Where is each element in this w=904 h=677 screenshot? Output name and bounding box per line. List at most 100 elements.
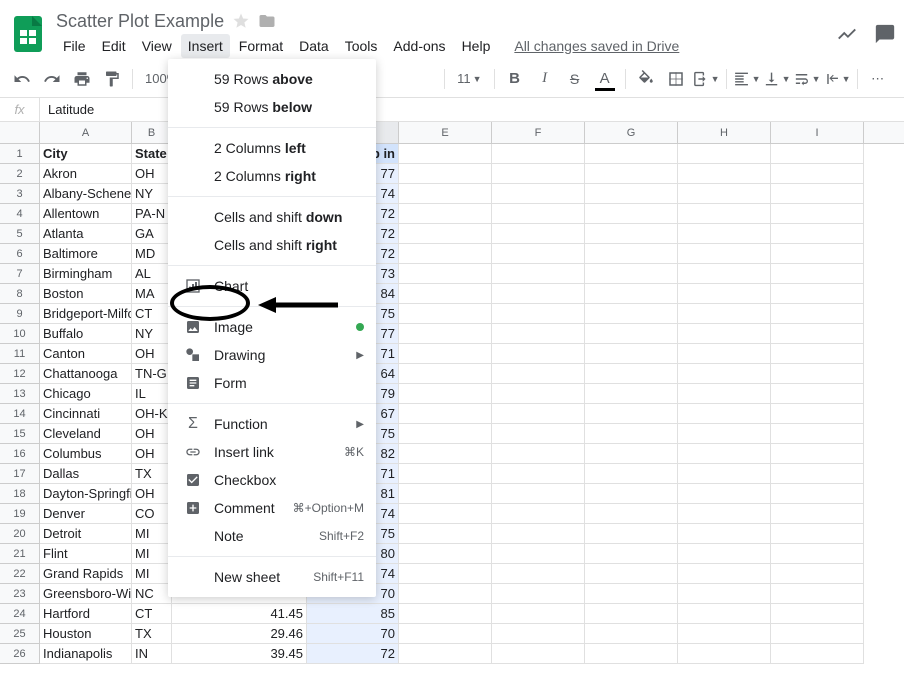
cell[interactable]: 41.45 [172, 604, 307, 624]
cell[interactable] [492, 584, 585, 604]
cell[interactable]: MI [132, 564, 172, 584]
cell[interactable]: Houston [40, 624, 132, 644]
cell[interactable] [585, 604, 678, 624]
strikethrough-button[interactable]: S [561, 65, 589, 93]
cell[interactable] [771, 624, 864, 644]
cell[interactable] [678, 324, 771, 344]
menu-note[interactable]: NoteShift+F2 [168, 522, 376, 550]
fill-color-button[interactable] [632, 65, 660, 93]
cell[interactable]: CO [132, 504, 172, 524]
paint-format-button[interactable] [98, 65, 126, 93]
cell[interactable] [585, 264, 678, 284]
cell[interactable] [399, 644, 492, 664]
cell[interactable] [399, 624, 492, 644]
cell[interactable] [585, 624, 678, 644]
cell[interactable] [399, 484, 492, 504]
row-header[interactable]: 17 [0, 464, 40, 484]
cell[interactable]: Indianapolis [40, 644, 132, 664]
cell[interactable]: IL [132, 384, 172, 404]
cell[interactable] [492, 144, 585, 164]
explore-icon[interactable] [836, 23, 858, 45]
col-header-i[interactable]: I [771, 122, 864, 143]
cell[interactable] [678, 524, 771, 544]
cell[interactable] [492, 284, 585, 304]
cell[interactable] [771, 604, 864, 624]
cell[interactable] [678, 604, 771, 624]
cell[interactable] [585, 204, 678, 224]
cell[interactable] [492, 464, 585, 484]
cell[interactable] [492, 244, 585, 264]
cell[interactable]: NY [132, 184, 172, 204]
menu-format[interactable]: Format [232, 34, 290, 58]
cell[interactable] [771, 344, 864, 364]
cell[interactable]: NC [132, 584, 172, 604]
cell[interactable]: OH [132, 424, 172, 444]
cell[interactable] [585, 304, 678, 324]
menu-view[interactable]: View [135, 34, 179, 58]
menu-tools[interactable]: Tools [338, 34, 385, 58]
cell[interactable]: Buffalo [40, 324, 132, 344]
cell[interactable] [771, 564, 864, 584]
row-header[interactable]: 4 [0, 204, 40, 224]
menu-rows-below[interactable]: 59 Rows below [168, 93, 376, 121]
cell[interactable] [678, 164, 771, 184]
row-header[interactable]: 22 [0, 564, 40, 584]
menu-cells-right[interactable]: Cells and shift right [168, 231, 376, 259]
cell[interactable] [399, 464, 492, 484]
cell[interactable]: State [132, 144, 172, 164]
col-header-e[interactable]: E [399, 122, 492, 143]
menu-file[interactable]: File [56, 34, 93, 58]
cell[interactable] [399, 544, 492, 564]
text-wrap-button[interactable]: ▼ [793, 65, 821, 93]
cell[interactable] [492, 524, 585, 544]
cell[interactable] [585, 564, 678, 584]
cell[interactable] [585, 384, 678, 404]
menu-chart[interactable]: Chart [168, 272, 376, 300]
cell[interactable] [399, 264, 492, 284]
cell[interactable] [399, 404, 492, 424]
cell[interactable] [399, 384, 492, 404]
merge-button[interactable]: ▼ [692, 65, 720, 93]
cell[interactable] [399, 444, 492, 464]
cell[interactable] [585, 544, 678, 564]
cell[interactable] [678, 484, 771, 504]
cell[interactable] [492, 224, 585, 244]
menu-cols-right[interactable]: 2 Columns right [168, 162, 376, 190]
cell[interactable] [771, 644, 864, 664]
row-header[interactable]: 5 [0, 224, 40, 244]
cell[interactable] [399, 184, 492, 204]
cell[interactable]: OH [132, 484, 172, 504]
cell[interactable]: CT [132, 304, 172, 324]
cell[interactable] [678, 364, 771, 384]
print-button[interactable] [68, 65, 96, 93]
cell[interactable]: IN [132, 644, 172, 664]
cell[interactable] [399, 564, 492, 584]
select-all-corner[interactable] [0, 122, 40, 143]
cell[interactable] [771, 384, 864, 404]
menu-insert[interactable]: Insert [181, 34, 230, 58]
cell[interactable] [492, 544, 585, 564]
cell[interactable] [678, 564, 771, 584]
row-header[interactable]: 2 [0, 164, 40, 184]
row-header[interactable]: 24 [0, 604, 40, 624]
cell[interactable]: Hartford [40, 604, 132, 624]
menu-insert-link[interactable]: Insert link⌘K [168, 438, 376, 466]
cell[interactable] [492, 444, 585, 464]
cell[interactable] [678, 404, 771, 424]
cell[interactable] [771, 484, 864, 504]
cell[interactable] [585, 164, 678, 184]
cell[interactable] [585, 424, 678, 444]
cell[interactable] [771, 504, 864, 524]
cell[interactable] [585, 344, 678, 364]
cell[interactable]: 29.46 [172, 624, 307, 644]
cell[interactable] [492, 364, 585, 384]
menu-drawing[interactable]: Drawing▶ [168, 341, 376, 369]
cell[interactable] [492, 304, 585, 324]
cell[interactable] [585, 404, 678, 424]
cell[interactable] [399, 224, 492, 244]
cell[interactable] [399, 524, 492, 544]
cell[interactable] [771, 524, 864, 544]
cell[interactable] [678, 284, 771, 304]
row-header[interactable]: 18 [0, 484, 40, 504]
cell[interactable] [399, 584, 492, 604]
